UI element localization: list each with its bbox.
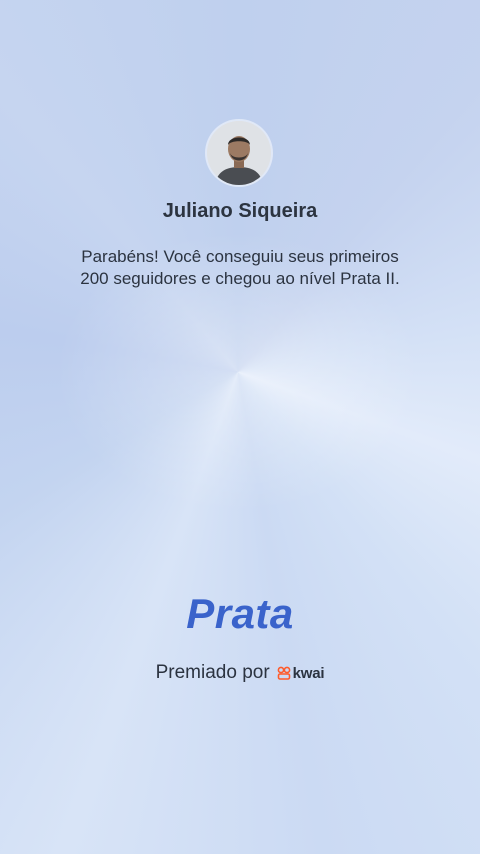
kwai-logo-icon	[277, 666, 291, 680]
user-name: Juliano Siqueira	[162, 200, 318, 222]
level-title: Prata	[186, 590, 294, 637]
awarded-by-label: Premiado por	[155, 662, 270, 683]
level-up-screen: Juliano Siqueira Parabéns! Você consegui…	[0, 0, 480, 854]
avatar	[207, 121, 271, 185]
user-photo	[207, 121, 271, 185]
kwai-logo: kwai	[277, 665, 325, 682]
congrats-message: Parabéns! Você conseguiu seus primeiros …	[40, 246, 440, 290]
congrats-message-line-2: 200 seguidores e chegou ao nível Prata I…	[80, 269, 400, 288]
kwai-wordmark: kwai	[292, 664, 325, 682]
awarded-by: Premiado por kwai	[0, 662, 480, 684]
congrats-message-line-1: Parabéns! Você conseguiu seus primeiros	[81, 247, 399, 266]
